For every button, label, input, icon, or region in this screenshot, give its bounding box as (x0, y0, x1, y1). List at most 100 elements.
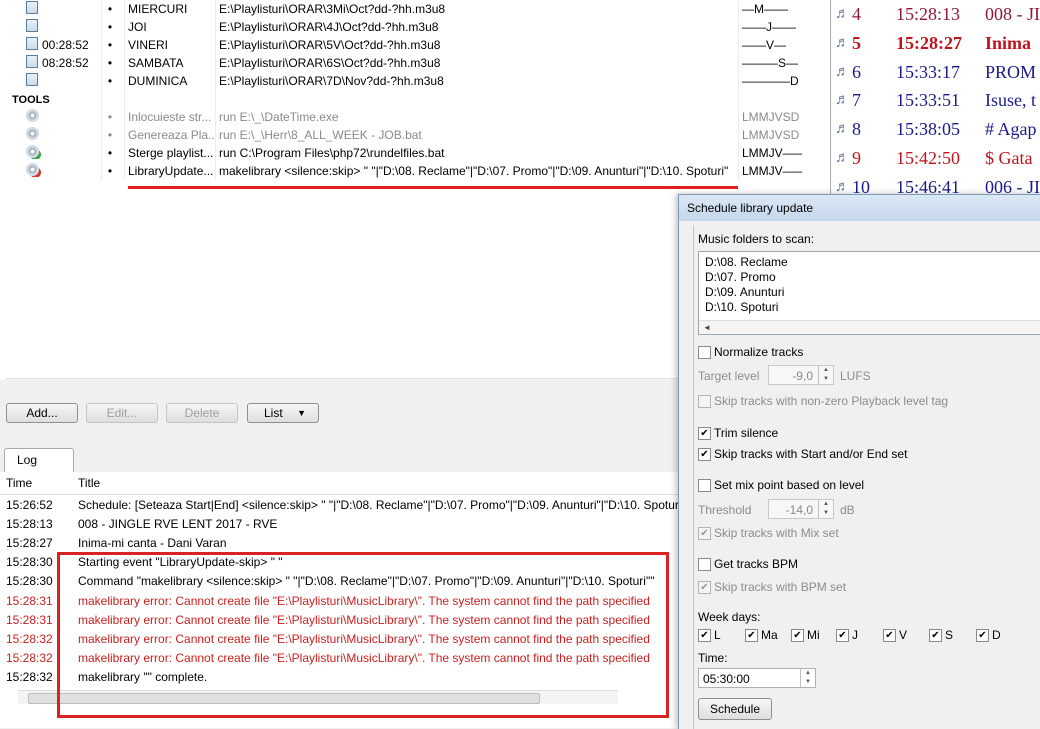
log-col-title[interactable]: Title (78, 476, 678, 490)
event-row[interactable]: • MIERCURI E:\Playlisturi\ORAR\3Mi\Oct?dd-… (0, 0, 830, 18)
normalize-checkbox[interactable] (698, 346, 711, 359)
event-row[interactable]: • LibraryUpdate... makelibrary <silence:sk… (0, 162, 830, 180)
log-message: Command "makelibrary <silence:skip> " "|… (78, 574, 655, 589)
playlist-row[interactable]: ♬ 6 15:33:17 PROM (831, 58, 1040, 86)
playlist-row[interactable]: ♬ 5 15:28:27 Inima (831, 29, 1040, 57)
get-bpm-checkbox[interactable] (698, 558, 711, 571)
dialog-titlebar[interactable]: Schedule library update (679, 195, 1040, 221)
day-checkbox-ma[interactable]: ✔ (745, 629, 758, 642)
scroll-thumb[interactable] (28, 693, 540, 704)
folders-hscrollbar[interactable]: ◄ (699, 320, 1040, 334)
dialog-title: Schedule library update (687, 201, 814, 215)
log-panel: Time Title 15:26:52 Schedule: [Seteaza St… (0, 472, 680, 728)
event-row[interactable]: • Genereaza Pla... run E:\_\Herr\8_ALL_WEE… (0, 126, 830, 144)
music-note-icon: ♬ (835, 121, 850, 138)
event-time: 08:28:52 (42, 56, 89, 70)
log-message: makelibrary error: Cannot create file "E… (78, 650, 650, 665)
log-time: 15:28:30 (6, 574, 53, 589)
day-checkbox-s[interactable]: ✔ (929, 629, 942, 642)
spinner-arrows-icon[interactable]: ▲ ▼ (818, 500, 833, 518)
event-row[interactable]: • Inlocuieste str... run E:\_\DateTime.exe… (0, 108, 830, 126)
playlist-title: Inima (985, 32, 1032, 53)
playlist-row[interactable]: ♬ 8 15:38:05 # Agap (831, 115, 1040, 143)
event-command: E:\Playlisturi\ORAR\7D\Nov?dd-?hh.m3u8 (219, 74, 444, 88)
playlist-row[interactable]: ♬ 7 15:33:51 Isuse, t (831, 86, 1040, 114)
skip-start-end-checkbox[interactable]: ✔ (698, 448, 711, 461)
log-row[interactable]: 15:28:30 Command "makelibrary <silence:sk… (0, 572, 680, 591)
day-checkbox-d[interactable]: ✔ (976, 629, 989, 642)
playlist-time: 15:38:05 (896, 119, 961, 140)
list-dropdown-button[interactable]: List ▼ (247, 403, 319, 423)
playlist-row[interactable]: ♬ 10 15:46:41 006 - JI (831, 173, 1040, 196)
scroll-left-arrow-icon[interactable]: ◄ (8, 379, 20, 380)
event-row[interactable]: 08:28:52 • SAMBATA E:\Playlisturi\ORAR\6S\O… (0, 54, 830, 72)
skip-nonzero-checkbox[interactable] (698, 395, 711, 408)
playlist-doc-icon (26, 1, 42, 15)
event-name: Sterge playlist... (128, 146, 214, 160)
enabled-dot-icon: • (107, 164, 113, 178)
event-row[interactable]: • JOI E:\Playlisturi\ORAR\4J\Oct?dd-?hh.m3… (0, 18, 830, 36)
spinner-arrows-icon[interactable]: ▲ ▼ (818, 366, 833, 384)
add-button[interactable]: Add... (6, 403, 78, 423)
event-days: ————D (742, 74, 799, 88)
delete-button[interactable]: Delete (166, 403, 238, 423)
tab-log[interactable]: Log (4, 448, 74, 472)
playlist-time: 15:33:51 (896, 90, 961, 111)
log-row[interactable]: 15:28:31 makelibrary error: Cannot create… (0, 592, 680, 611)
day-checkbox-v[interactable]: ✔ (883, 629, 896, 642)
mix-point-checkbox[interactable] (698, 479, 711, 492)
day-checkbox-mi[interactable]: ✔ (791, 629, 804, 642)
list-button-label: List (264, 406, 283, 420)
playlist-index: 4 (852, 4, 861, 24)
check-icon: ✔ (700, 428, 709, 439)
schedule-button[interactable]: Schedule (698, 698, 772, 720)
log-col-time[interactable]: Time (6, 476, 32, 490)
spinner-arrows-icon[interactable]: ▲ ▼ (800, 669, 815, 687)
skip-bpm-checkbox[interactable]: ✔ (698, 581, 711, 594)
playlist-row[interactable]: ♬ 4 15:28:13 008 - JI (831, 0, 1040, 28)
time-value: 05:30:00 (703, 672, 750, 686)
threshold-spinner[interactable]: -14,0 ▲ ▼ (768, 499, 834, 519)
disc-green-icon (26, 145, 42, 159)
check-icon: ✔ (931, 630, 940, 641)
events-hscrollbar[interactable]: ◄ (6, 378, 678, 380)
log-row[interactable]: 15:28:13 008 - JINGLE RVE LENT 2017 - RVE (0, 515, 680, 534)
day-checkbox-l[interactable]: ✔ (698, 629, 711, 642)
day-checkbox-j[interactable]: ✔ (836, 629, 849, 642)
log-row[interactable]: 15:28:32 makelibrary error: Cannot create… (0, 649, 680, 668)
schedule-library-dialog: Schedule library update Music folders to… (678, 194, 1040, 729)
log-hscrollbar[interactable] (18, 690, 618, 704)
playlist-panel: ♬ 4 15:28:13 008 - JI ♬ 5 15:28:27 Inima ♬ 6 15:33… (831, 0, 1040, 196)
playlist-doc-icon (26, 73, 42, 87)
log-row[interactable]: 15:28:32 makelibrary error: Cannot create… (0, 630, 680, 649)
skip-mix-checkbox[interactable]: ✔ (698, 527, 711, 540)
day-label: Mi (807, 628, 820, 642)
event-row[interactable]: • DUMINICA E:\Playlisturi\ORAR\7D\Nov?dd-?… (0, 72, 830, 90)
time-input[interactable]: 05:30:00 ▲ ▼ (698, 668, 816, 688)
log-row[interactable]: 15:28:27 Inima-mi canta - Dani Varan (0, 534, 680, 553)
event-row[interactable]: • Sterge playlist... run C:\Program Files\… (0, 144, 830, 162)
log-row[interactable]: 15:28:30 Starting event "LibraryUpdate-sk… (0, 553, 680, 572)
log-row[interactable]: 15:28:31 makelibrary error: Cannot create… (0, 611, 680, 630)
folders-textarea[interactable]: D:\08. Reclame D:\07. Promo D:\09. Anuntur… (698, 251, 1040, 335)
event-name: SAMBATA (128, 56, 184, 70)
playlist-title: Isuse, t (985, 90, 1036, 111)
skip-start-end-label: Skip tracks with Start and/or End set (714, 447, 908, 461)
edit-button[interactable]: Edit... (86, 403, 158, 423)
log-time: 15:28:13 (6, 517, 53, 532)
scroll-left-arrow-icon[interactable]: ◄ (701, 321, 713, 334)
log-message: makelibrary error: Cannot create file "E… (78, 612, 650, 627)
trim-silence-checkbox[interactable]: ✔ (698, 427, 711, 440)
log-row[interactable]: 15:28:32 makelibrary "" complete. (0, 668, 680, 687)
playlist-row[interactable]: ♬ 9 15:42:50 $ Gata (831, 144, 1040, 172)
log-row[interactable]: 15:26:52 Schedule: [Seteaza Start|End] <s… (0, 496, 680, 515)
event-days: ——J—— (742, 20, 796, 34)
check-icon: ✔ (838, 630, 847, 641)
target-level-spinner[interactable]: -9,0 ▲ ▼ (768, 365, 834, 385)
folder-path: D:\10. Spoturi (705, 300, 779, 314)
event-name: LibraryUpdate... (128, 164, 214, 178)
log-time: 15:28:32 (6, 631, 53, 646)
log-message: makelibrary error: Cannot create file "E… (78, 631, 650, 646)
event-row[interactable]: 00:28:52 • VINERI E:\Playlisturi\ORAR\5V\Oc… (0, 36, 830, 54)
folder-path: D:\09. Anunturi (705, 285, 785, 299)
